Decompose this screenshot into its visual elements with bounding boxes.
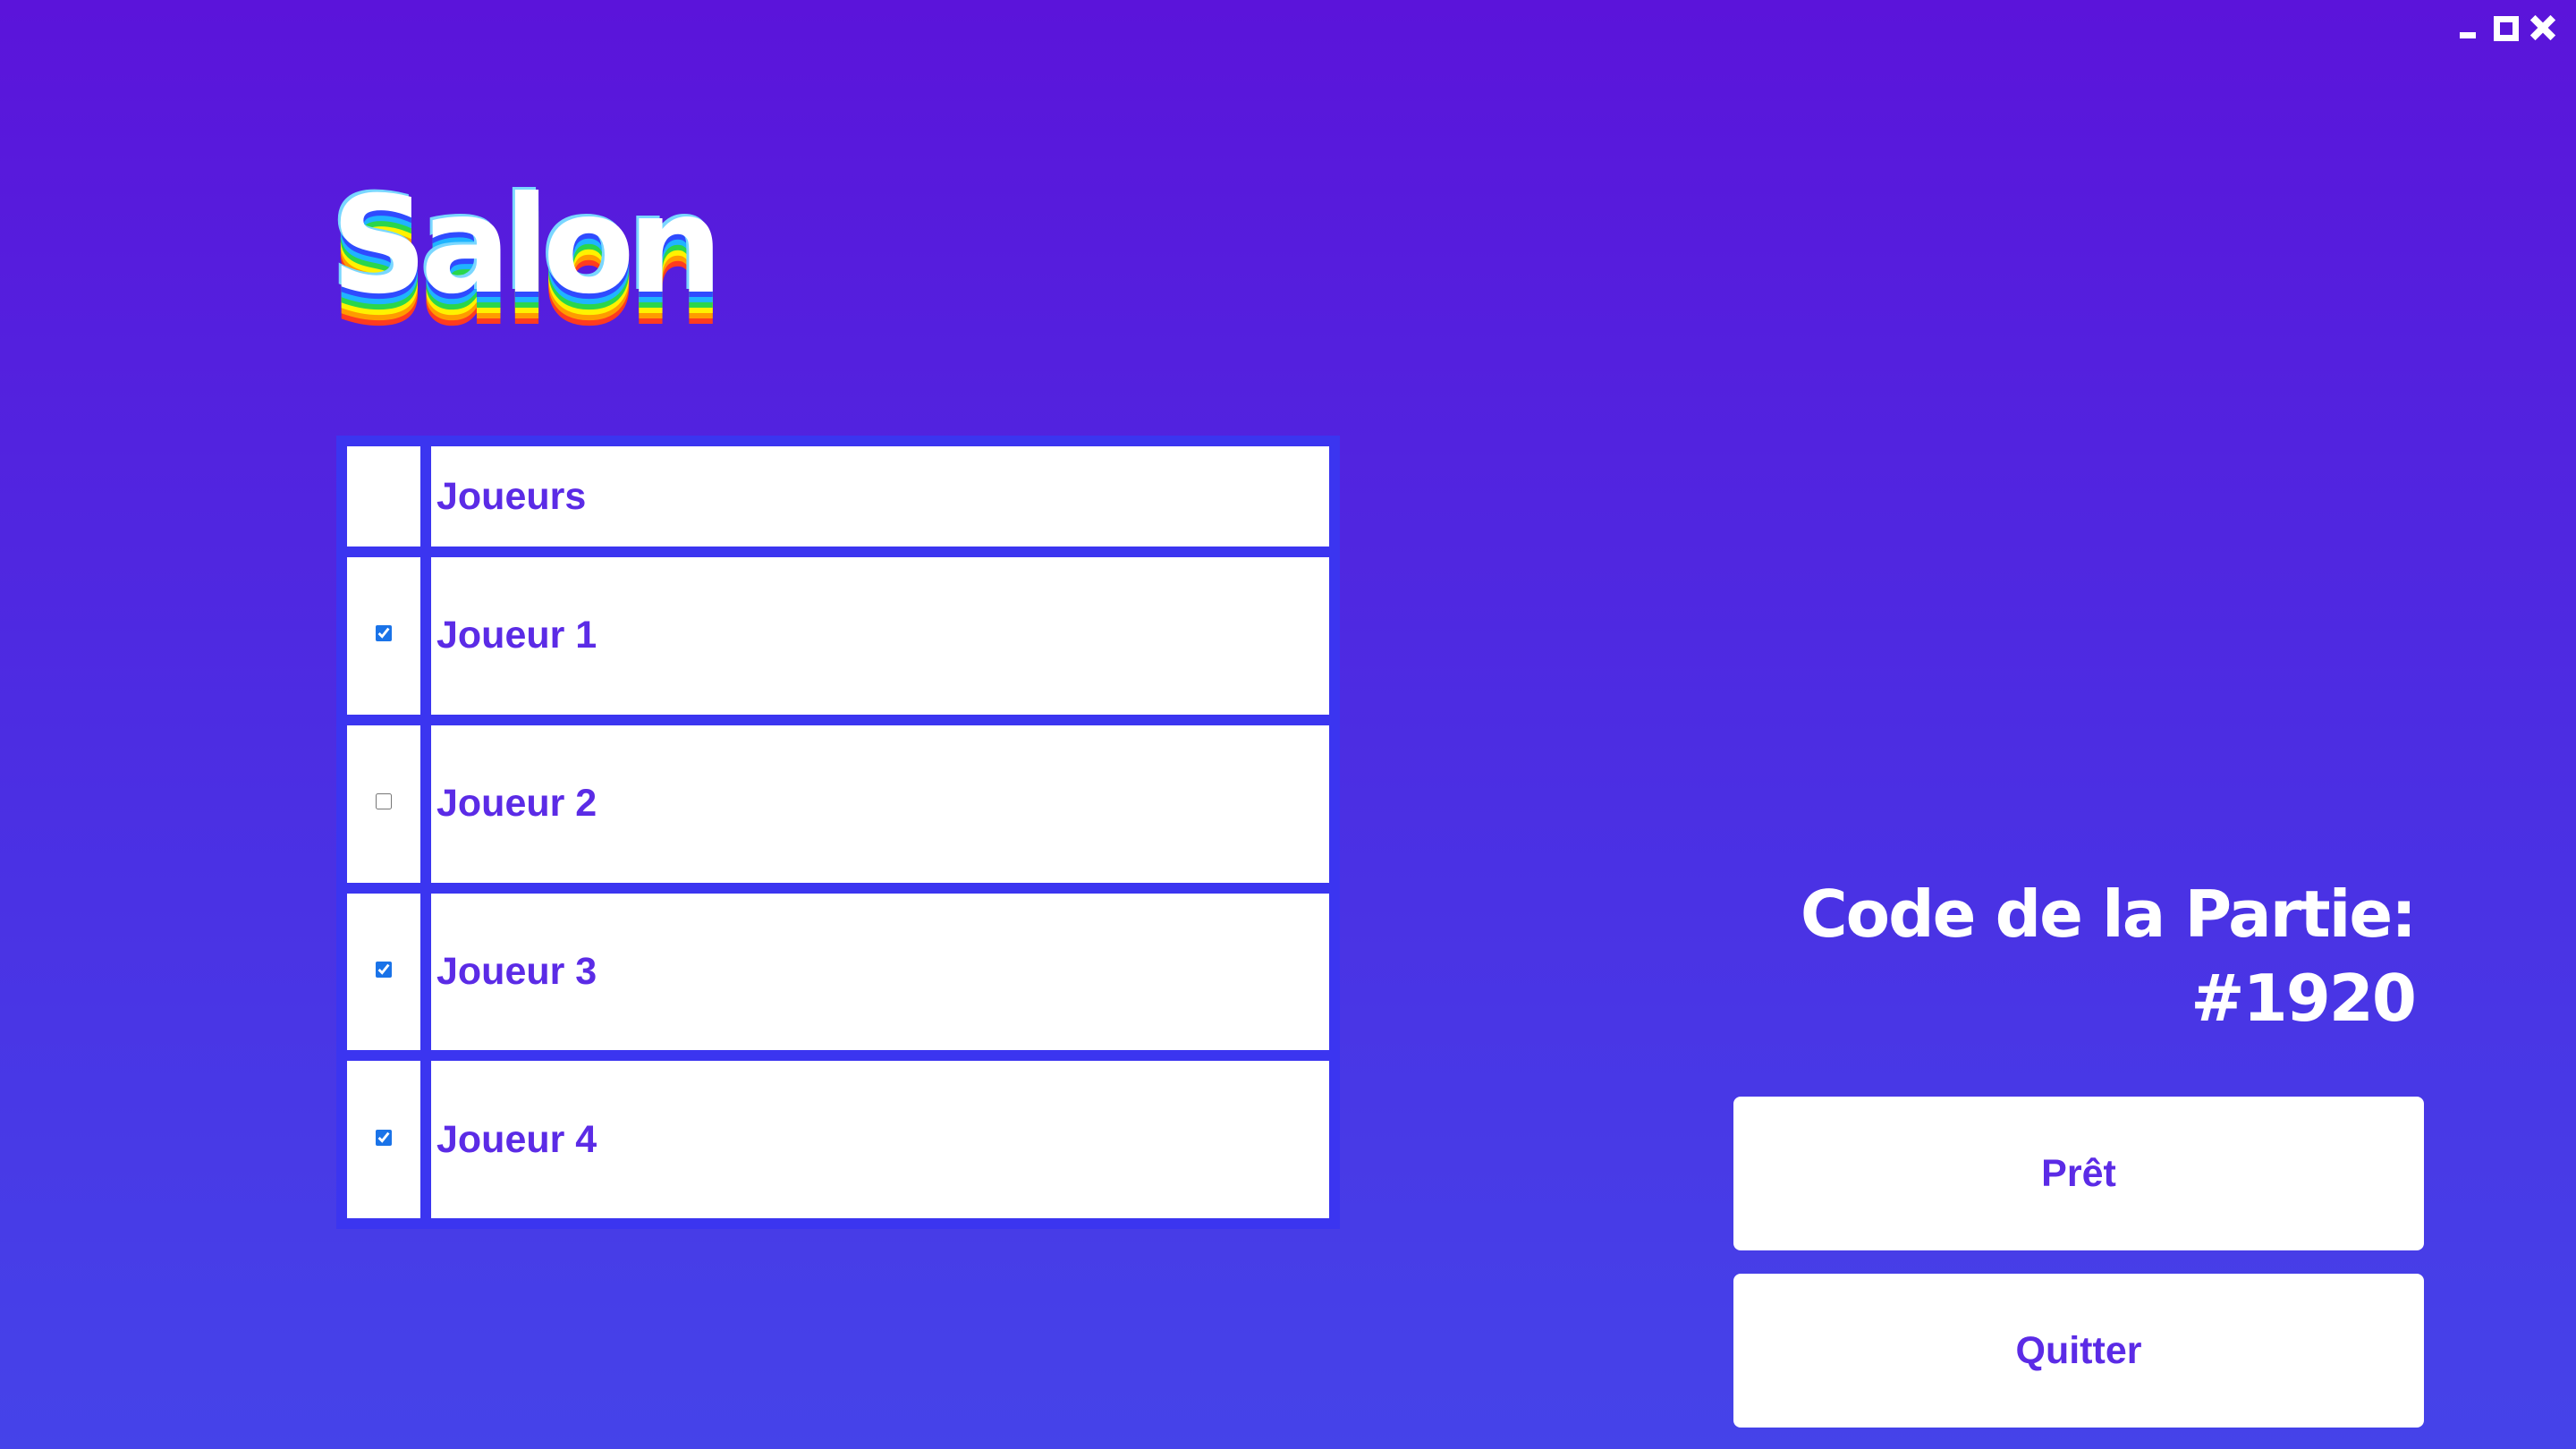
table-row: Joueur 1 (347, 557, 1329, 715)
players-table: Joueurs Joueur 1 Joueur 2 Joueur 3 Joueu… (336, 436, 1340, 1229)
players-column-header: Joueurs (431, 446, 1329, 547)
table-header-row: Joueurs (347, 446, 1329, 547)
game-code-label: Code de la Partie: (1800, 877, 2417, 952)
title-text: Salon (331, 168, 724, 324)
maximize-icon[interactable] (2492, 14, 2519, 41)
window-controls (2454, 13, 2556, 43)
close-icon[interactable] (2529, 14, 2556, 41)
table-row: Joueur 2 (347, 724, 1329, 883)
player-name: Joueur 3 (431, 893, 1329, 1051)
player-name: Joueur 1 (431, 557, 1329, 715)
minimize-icon[interactable] (2454, 14, 2481, 41)
page-title: Salon Salon Salon Salon Salon Salon Salo… (328, 168, 724, 385)
player-name: Joueur 2 (431, 724, 1329, 883)
player-name: Joueur 4 (431, 1061, 1329, 1218)
ready-checkbox[interactable] (376, 625, 392, 642)
quit-button[interactable]: Quitter (1733, 1274, 2424, 1428)
ready-checkbox[interactable] (376, 793, 392, 810)
table-row: Joueur 3 (347, 893, 1329, 1051)
ready-checkbox[interactable] (376, 1129, 392, 1146)
ready-button[interactable]: Prêt (1733, 1097, 2424, 1250)
ready-checkbox[interactable] (376, 961, 392, 978)
table-row: Joueur 4 (347, 1061, 1329, 1218)
game-code-value: #1920 (2190, 961, 2417, 1036)
checkbox-column-header (347, 446, 420, 547)
game-code: Code de la Partie: #1920 (1800, 872, 2417, 1040)
